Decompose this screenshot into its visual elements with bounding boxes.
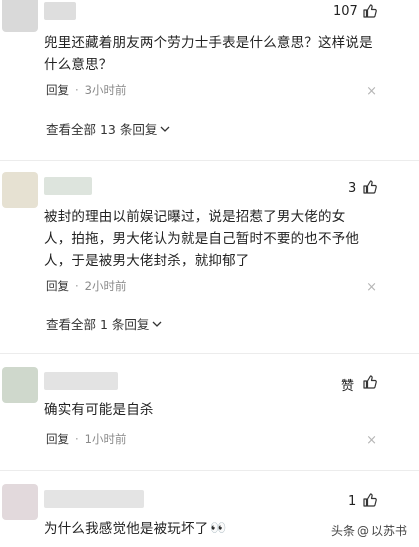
- like-count: 107: [333, 4, 358, 19]
- close-icon[interactable]: ×: [366, 433, 377, 448]
- avatar[interactable]: [2, 367, 38, 403]
- view-all-replies-label: 查看全部 13 条回复: [46, 122, 158, 137]
- username-blurred[interactable]: [44, 177, 92, 195]
- comment-meta: 回复 · 1小时前: [46, 431, 126, 447]
- avatar[interactable]: [2, 484, 38, 520]
- comment-text: 兜里还藏着朋友两个劳力士手表是什么意思？这样说是什么意思？: [44, 35, 373, 73]
- view-all-replies-button[interactable]: 查看全部 13 条回复: [46, 119, 170, 138]
- username-blurred[interactable]: [44, 490, 144, 508]
- comment-text-content: 为什么我感觉他是被玩坏了: [44, 521, 209, 537]
- divider: [0, 353, 419, 354]
- like-count: 3: [348, 181, 357, 196]
- timestamp: 1小时前: [84, 432, 127, 446]
- close-icon[interactable]: ×: [366, 280, 377, 295]
- view-all-replies-label: 查看全部 1 条回复: [46, 317, 150, 332]
- thumbs-up-icon[interactable]: [362, 179, 378, 195]
- meta-separator: ·: [75, 432, 79, 446]
- avatar[interactable]: [2, 172, 38, 208]
- thumbs-up-icon[interactable]: [362, 3, 378, 19]
- comment-text: 被封的理由以前娱记曝过，说是招惹了男大佬的女人，拍拖，男大佬认为就是自己暂时不要…: [44, 209, 360, 269]
- reply-button[interactable]: 回复: [46, 431, 69, 447]
- watermark-platform: 头条: [330, 524, 355, 538]
- timestamp: 3小时前: [84, 83, 127, 97]
- eyes-emoji-icon: 👀: [210, 521, 227, 536]
- watermark-separator: @: [356, 523, 369, 538]
- comment-meta: 回复 · 2小时前: [46, 278, 126, 294]
- reply-button[interactable]: 回复: [46, 82, 69, 98]
- chevron-down-icon: [152, 321, 162, 327]
- timestamp: 2小时前: [84, 279, 127, 293]
- divider: [0, 160, 419, 161]
- avatar[interactable]: [2, 0, 38, 32]
- username-blurred[interactable]: [44, 2, 76, 20]
- reply-button[interactable]: 回复: [46, 278, 69, 294]
- watermark-author: 以苏书: [370, 524, 407, 538]
- close-icon[interactable]: ×: [366, 84, 377, 99]
- comment-meta: 回复 · 3小时前: [46, 82, 126, 98]
- watermark: 头条 @ 以苏书: [331, 522, 407, 539]
- like-count: 1: [348, 494, 357, 509]
- username-blurred[interactable]: [44, 372, 118, 390]
- thumbs-up-icon[interactable]: [362, 492, 378, 508]
- view-all-replies-button[interactable]: 查看全部 1 条回复: [46, 314, 162, 333]
- meta-separator: ·: [75, 279, 79, 293]
- comment-text: 确实有可能是自杀: [44, 402, 154, 418]
- meta-separator: ·: [75, 83, 79, 97]
- divider: [0, 470, 419, 471]
- chevron-down-icon: [160, 126, 170, 132]
- like-button-label[interactable]: 赞: [341, 375, 354, 394]
- thumbs-up-icon[interactable]: [362, 374, 378, 390]
